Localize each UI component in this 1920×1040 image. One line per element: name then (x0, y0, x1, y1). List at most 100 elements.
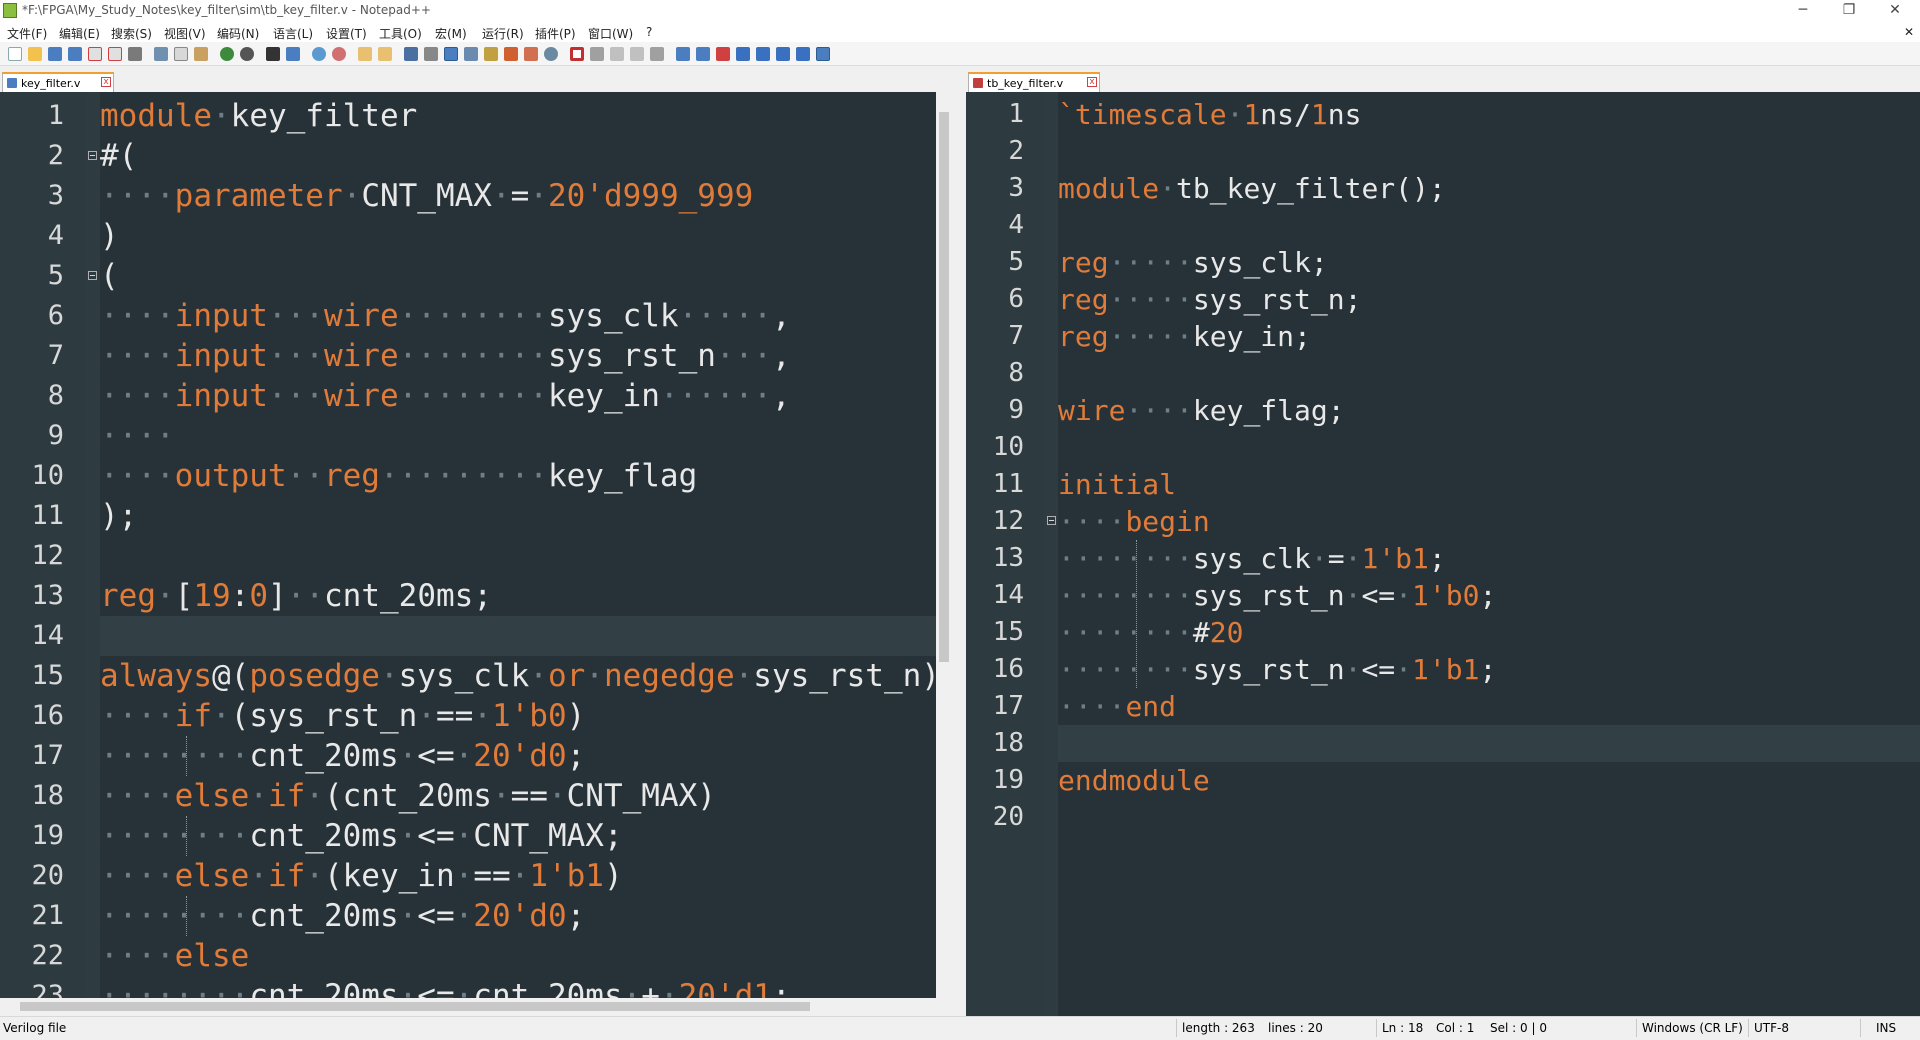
menu-run[interactable]: 运行(R) (482, 25, 524, 42)
first-diff-icon[interactable] (736, 47, 750, 61)
folder-workspace-icon[interactable] (524, 47, 538, 61)
doc-map-icon[interactable] (484, 47, 498, 61)
menu-encoding[interactable]: 编码(N) (217, 25, 259, 42)
right-editor[interactable]: `timescale·1ns/1ns module·tb_key_filter()… (966, 92, 1920, 1016)
replace-icon[interactable] (286, 47, 300, 61)
menu-tools[interactable]: 工具(O) (379, 25, 422, 42)
code-line[interactable]: reg·····sys_clk; (1058, 244, 1920, 281)
code-line[interactable]: `timescale·1ns/1ns (1058, 96, 1920, 133)
navigation-bar-icon[interactable] (816, 47, 830, 61)
last-diff-icon[interactable] (796, 47, 810, 61)
left-horizontal-scrollbar[interactable] (0, 998, 952, 1014)
compare-clear-icon[interactable] (716, 47, 730, 61)
indent-guide-icon[interactable] (444, 47, 458, 61)
menu-search[interactable]: 搜索(S) (111, 25, 152, 42)
code-line[interactable]: ···· (100, 416, 936, 456)
function-list-icon[interactable] (504, 47, 518, 61)
left-vertical-scrollbar[interactable] (936, 92, 952, 998)
next-diff-icon[interactable] (776, 47, 790, 61)
open-file-icon[interactable] (28, 47, 42, 61)
prev-diff-icon[interactable] (756, 47, 770, 61)
copy-icon[interactable] (174, 47, 188, 61)
code-line[interactable] (100, 536, 936, 576)
show-all-chars-icon[interactable] (424, 47, 438, 61)
menu-plugins[interactable]: 插件(P) (535, 25, 576, 42)
save-macro-icon[interactable] (650, 47, 664, 61)
code-line[interactable]: module·tb_key_filter(); (1058, 170, 1920, 207)
code-line[interactable]: ····input···wire········key_in······, (100, 376, 936, 416)
code-line[interactable]: ····parameter·CNT_MAX·=·20'd999_999 (100, 176, 936, 216)
eol-format[interactable]: Windows (CR LF) (1642, 1021, 1743, 1035)
new-file-icon[interactable] (8, 47, 22, 61)
encoding[interactable]: UTF-8 (1754, 1021, 1789, 1035)
monitoring-icon[interactable] (544, 47, 558, 61)
code-line[interactable] (1058, 355, 1920, 392)
fold-toggle-icon[interactable] (88, 271, 97, 280)
menu-window[interactable]: 窗口(W) (588, 25, 633, 42)
view-splitter[interactable] (952, 66, 960, 1016)
sync-horizontal-icon[interactable] (378, 47, 392, 61)
fold-toggle-icon[interactable] (88, 151, 97, 160)
record-macro-icon[interactable] (570, 47, 584, 61)
code-line[interactable]: reg·····key_in; (1058, 318, 1920, 355)
tab-key-filter[interactable]: key_filter.v x (2, 72, 114, 92)
code-line[interactable]: ········cnt_20ms·<=·20'd0; (100, 896, 936, 936)
play-macro-icon[interactable] (610, 47, 624, 61)
code-line[interactable]: ( (100, 256, 936, 296)
menu-settings[interactable]: 设置(T) (326, 25, 367, 42)
fold-margin[interactable] (1044, 92, 1058, 1016)
code-line[interactable] (1058, 133, 1920, 170)
print-icon[interactable] (128, 47, 142, 61)
code-line[interactable]: ····end (1058, 688, 1920, 725)
menu-view[interactable]: 视图(V) (164, 25, 206, 42)
launch-icon[interactable] (676, 47, 690, 61)
code-line[interactable]: always@(posedge·sys_clk·or·negedge·sys_r… (100, 656, 936, 696)
code-line[interactable]: ········#20 (1058, 614, 1920, 651)
code-line[interactable] (1058, 207, 1920, 244)
code-area[interactable]: module·key_filter #(····parameter·CNT_MAX… (100, 92, 936, 998)
minimize-button[interactable]: ─ (1780, 0, 1826, 22)
code-line[interactable]: ····else·if·(key_in·==·1'b1) (100, 856, 936, 896)
close-icon[interactable]: x (101, 77, 111, 87)
sync-vertical-icon[interactable] (358, 47, 372, 61)
code-line[interactable]: ········cnt_20ms·<=·cnt_20ms·+·20'd1; (100, 976, 936, 998)
code-line[interactable]: #( (100, 136, 936, 176)
code-line[interactable]: ········cnt_20ms·<=·CNT_MAX; (100, 816, 936, 856)
close-all-icon[interactable] (108, 47, 122, 61)
close-button[interactable]: ✕ (1872, 0, 1918, 22)
word-wrap-icon[interactable] (404, 47, 418, 61)
menu-macro[interactable]: 宏(M) (435, 25, 467, 42)
code-line[interactable]: module·key_filter (100, 96, 936, 136)
fold-margin[interactable] (86, 92, 100, 998)
redo-icon[interactable] (240, 47, 254, 61)
code-line[interactable]: wire····key_flag; (1058, 392, 1920, 429)
code-line[interactable]: ····else (100, 936, 936, 976)
fold-toggle-icon[interactable] (1047, 516, 1056, 525)
code-line[interactable]: reg·[19:0]··cnt_20ms; (100, 576, 936, 616)
code-line[interactable]: ····input···wire········sys_clk·····, (100, 296, 936, 336)
save-icon[interactable] (48, 47, 62, 61)
left-editor[interactable]: module·key_filter #(····parameter·CNT_MAX… (0, 92, 936, 998)
compare-icon[interactable] (696, 47, 710, 61)
menu-close-icon[interactable]: ✕ (1904, 25, 1914, 39)
code-line[interactable]: ····input···wire········sys_rst_n···, (100, 336, 936, 376)
undo-icon[interactable] (220, 47, 234, 61)
code-line[interactable] (1058, 429, 1920, 466)
code-line[interactable]: ····if·(sys_rst_n·==·1'b0) (100, 696, 936, 736)
menu-language[interactable]: 语言(L) (273, 25, 313, 42)
code-line[interactable]: ); (100, 496, 936, 536)
close-icon[interactable]: x (1087, 77, 1097, 87)
scroll-thumb[interactable] (939, 112, 949, 662)
code-line[interactable]: initial (1058, 466, 1920, 503)
code-line[interactable]: ········cnt_20ms·<=·20'd0; (100, 736, 936, 776)
code-line[interactable]: ····output··reg·········key_flag (100, 456, 936, 496)
menu-file[interactable]: 文件(F) (7, 25, 47, 42)
run-macro-multiple-icon[interactable] (630, 47, 644, 61)
paste-icon[interactable] (194, 47, 208, 61)
code-line[interactable]: endmodule (1058, 762, 1920, 799)
tab-tb-key-filter[interactable]: tb_key_filter.v x (968, 72, 1100, 92)
code-line[interactable]: reg·····sys_rst_n; (1058, 281, 1920, 318)
stop-macro-icon[interactable] (590, 47, 604, 61)
zoom-in-icon[interactable] (312, 47, 326, 61)
code-area[interactable]: `timescale·1ns/1ns module·tb_key_filter()… (1058, 92, 1920, 1016)
